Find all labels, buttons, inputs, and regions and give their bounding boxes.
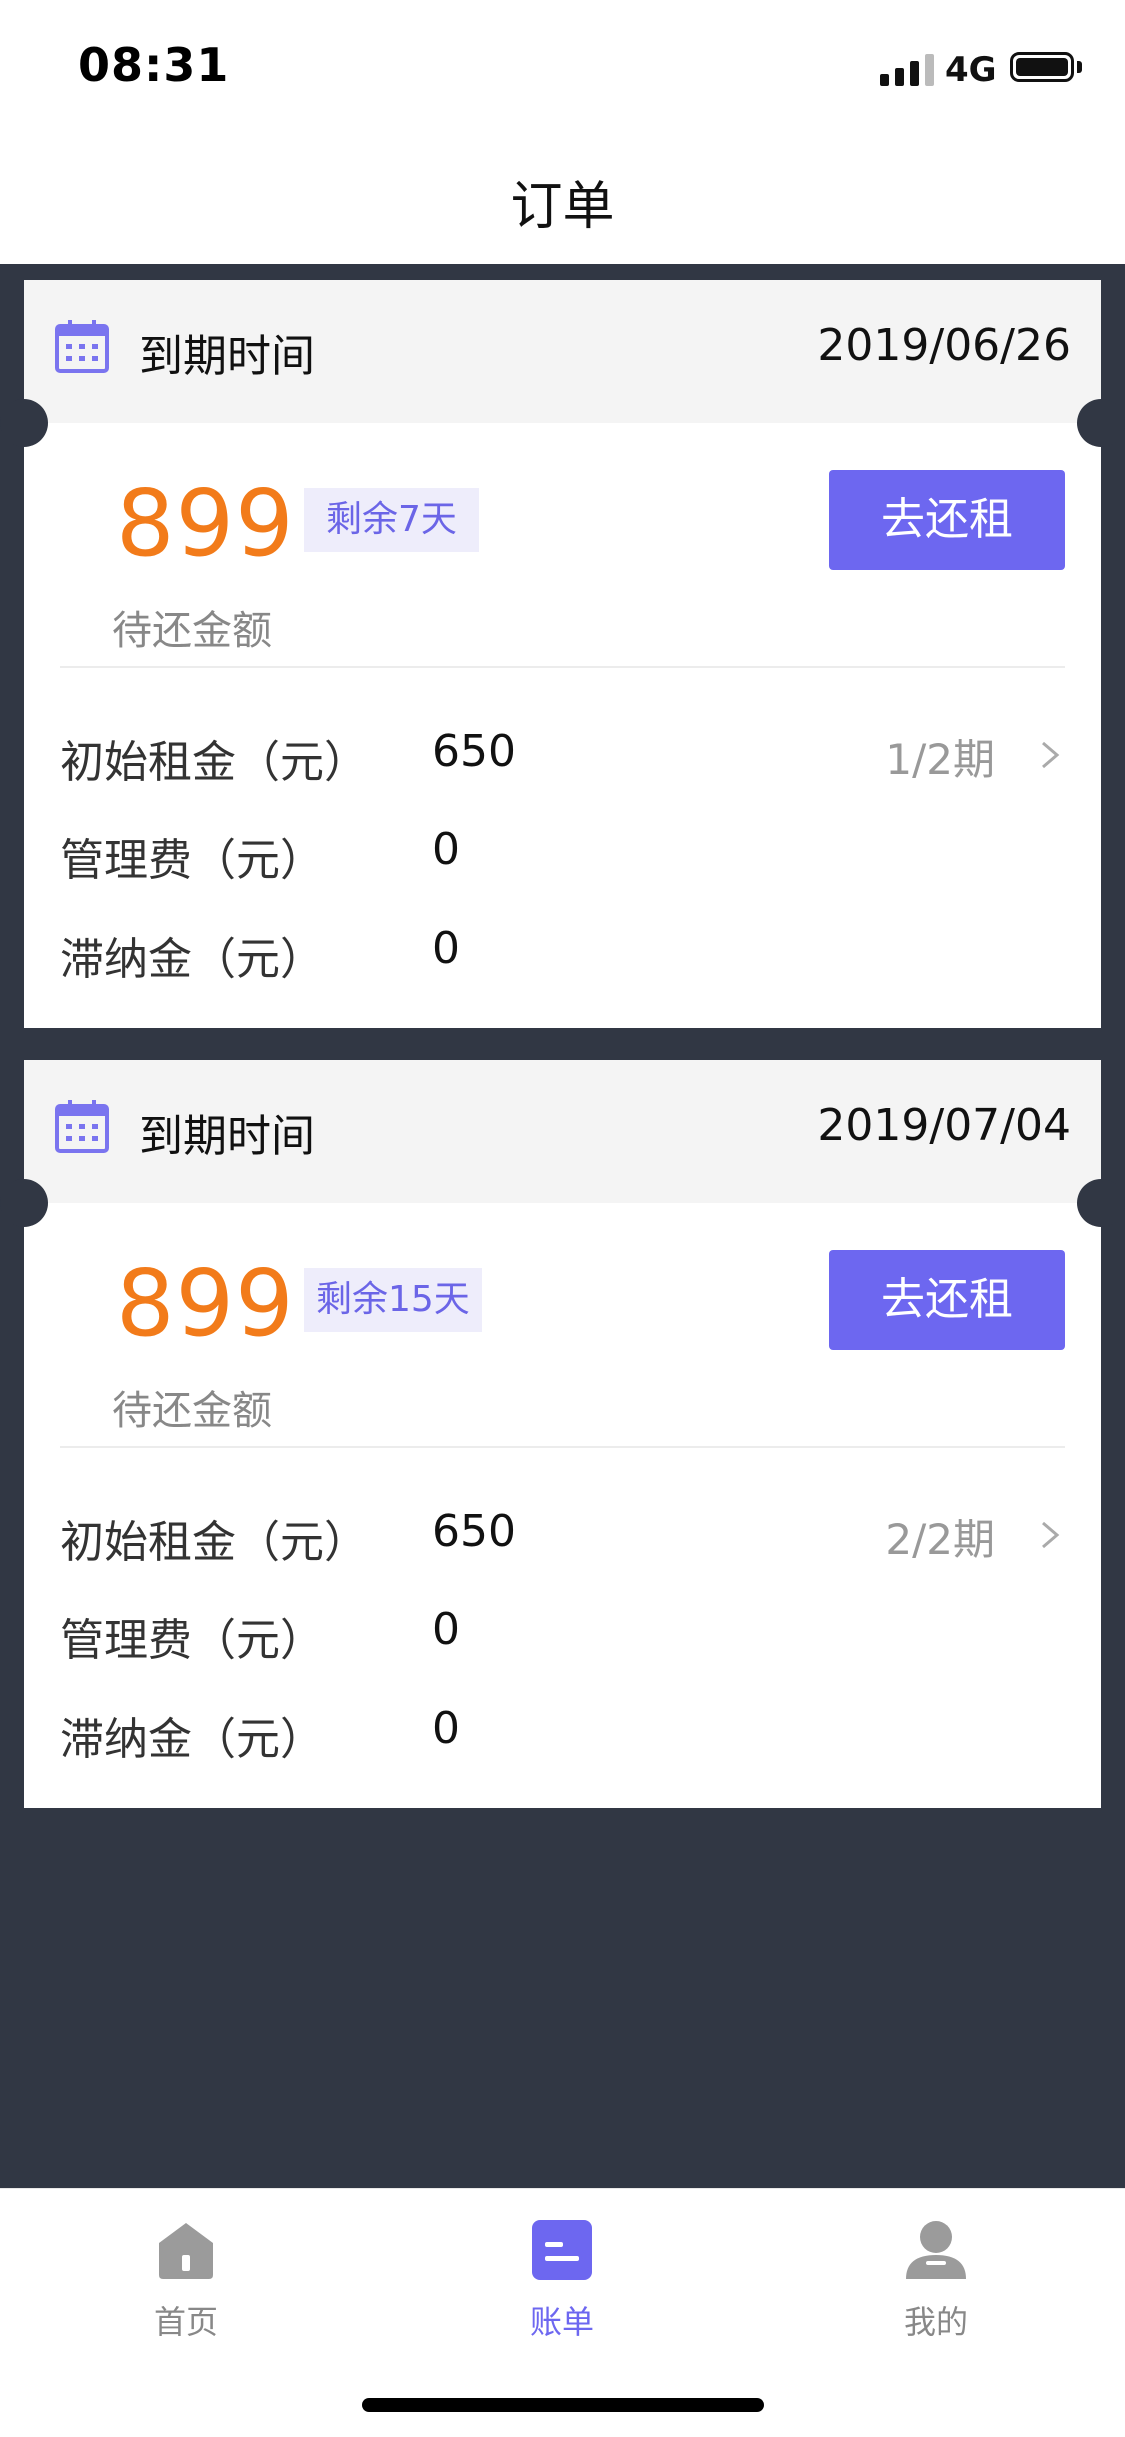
divider (60, 666, 1065, 668)
due-date: 2019/06/26 (817, 320, 1071, 371)
chevron-right-icon (1042, 1521, 1060, 1549)
status-time: 08:31 (78, 38, 230, 92)
divider (60, 1446, 1065, 1448)
detail-label: 初始租金（元） (60, 737, 368, 788)
detail-value: 0 (432, 1604, 460, 1655)
detail-value: 650 (432, 726, 516, 777)
ticket-notch (1077, 399, 1125, 447)
detail-label: 滞纳金（元） (60, 1714, 324, 1765)
calendar-icon (55, 320, 109, 373)
due-label: 到期时间 (139, 1111, 315, 1162)
detail-value: 0 (432, 923, 460, 974)
page-title: 订单 (510, 177, 615, 237)
detail-row: 管理费（元） 0 (24, 1604, 1101, 1666)
detail-label: 滞纳金（元） (60, 934, 324, 985)
signal-icon (880, 52, 934, 86)
detail-value: 0 (432, 1703, 460, 1754)
tab-profile[interactable]: 我的 (836, 2215, 1036, 2343)
amount-due-label: 待还金额 (112, 1388, 272, 1434)
detail-label: 管理费（元） (60, 1615, 324, 1666)
tab-label: 账单 (529, 2303, 594, 2341)
battery-cap (1077, 61, 1082, 73)
detail-row: 滞纳金（元） 0 (24, 923, 1101, 985)
pay-rent-button[interactable]: 去还租 (829, 1250, 1065, 1350)
order-card: 到期时间 2019/07/04 899 剩余15天 待还金额 去还租 初始租金（… (0, 1060, 1125, 1808)
installment-period: 2/2期 (885, 1515, 995, 1564)
order-card: 到期时间 2019/06/26 899 剩余7天 待还金额 去还租 初始租金（元… (0, 280, 1125, 1028)
home-indicator[interactable] (362, 2398, 764, 2412)
due-label: 到期时间 (139, 331, 315, 382)
profile-icon (906, 2221, 966, 2279)
detail-label: 初始租金（元） (60, 1517, 368, 1568)
ticket-notch (0, 399, 48, 447)
detail-value: 0 (432, 824, 460, 875)
tab-home[interactable]: 首页 (86, 2215, 286, 2343)
tab-label: 首页 (153, 2303, 218, 2341)
detail-row: 滞纳金（元） 0 (24, 1703, 1101, 1765)
ticket-notch (1077, 1179, 1125, 1227)
remaining-days-badge: 剩余15天 (304, 1268, 482, 1332)
installment-period: 1/2期 (885, 735, 995, 784)
status-bar: 08:31 4G (0, 0, 1125, 132)
ticket-notch (0, 1179, 48, 1227)
installment-row[interactable]: 初始租金（元） 650 1/2期 (24, 726, 1101, 788)
remaining-days-badge: 剩余7天 (304, 488, 479, 552)
pay-rent-button[interactable]: 去还租 (829, 470, 1065, 570)
detail-label: 管理费（元） (60, 835, 324, 886)
card-header: 到期时间 2019/06/26 (24, 280, 1101, 423)
calendar-icon (55, 1100, 109, 1153)
network-type: 4G (945, 50, 997, 90)
nav-bar: 订单 (0, 132, 1125, 264)
amount-due-label: 待还金额 (112, 608, 272, 654)
detail-row: 管理费（元） 0 (24, 824, 1101, 886)
amount-due: 899 (116, 1250, 295, 1357)
detail-value: 650 (432, 1506, 516, 1557)
card-header: 到期时间 2019/07/04 (24, 1060, 1101, 1203)
installment-row[interactable]: 初始租金（元） 650 2/2期 (24, 1506, 1101, 1568)
tab-label: 我的 (903, 2303, 968, 2341)
chevron-right-icon (1042, 741, 1060, 769)
screen: 08:31 4G 订单 到期时间 2019/06/26 899 剩余7天 待还金… (0, 0, 1125, 2437)
battery-icon (1010, 52, 1074, 82)
amount-due: 899 (116, 470, 295, 577)
due-date: 2019/07/04 (817, 1100, 1071, 1151)
order-list[interactable]: 到期时间 2019/06/26 899 剩余7天 待还金额 去还租 初始租金（元… (0, 264, 1125, 2188)
bill-icon (532, 2220, 592, 2280)
home-icon (159, 2223, 213, 2279)
tab-bill[interactable]: 账单 (462, 2215, 662, 2343)
